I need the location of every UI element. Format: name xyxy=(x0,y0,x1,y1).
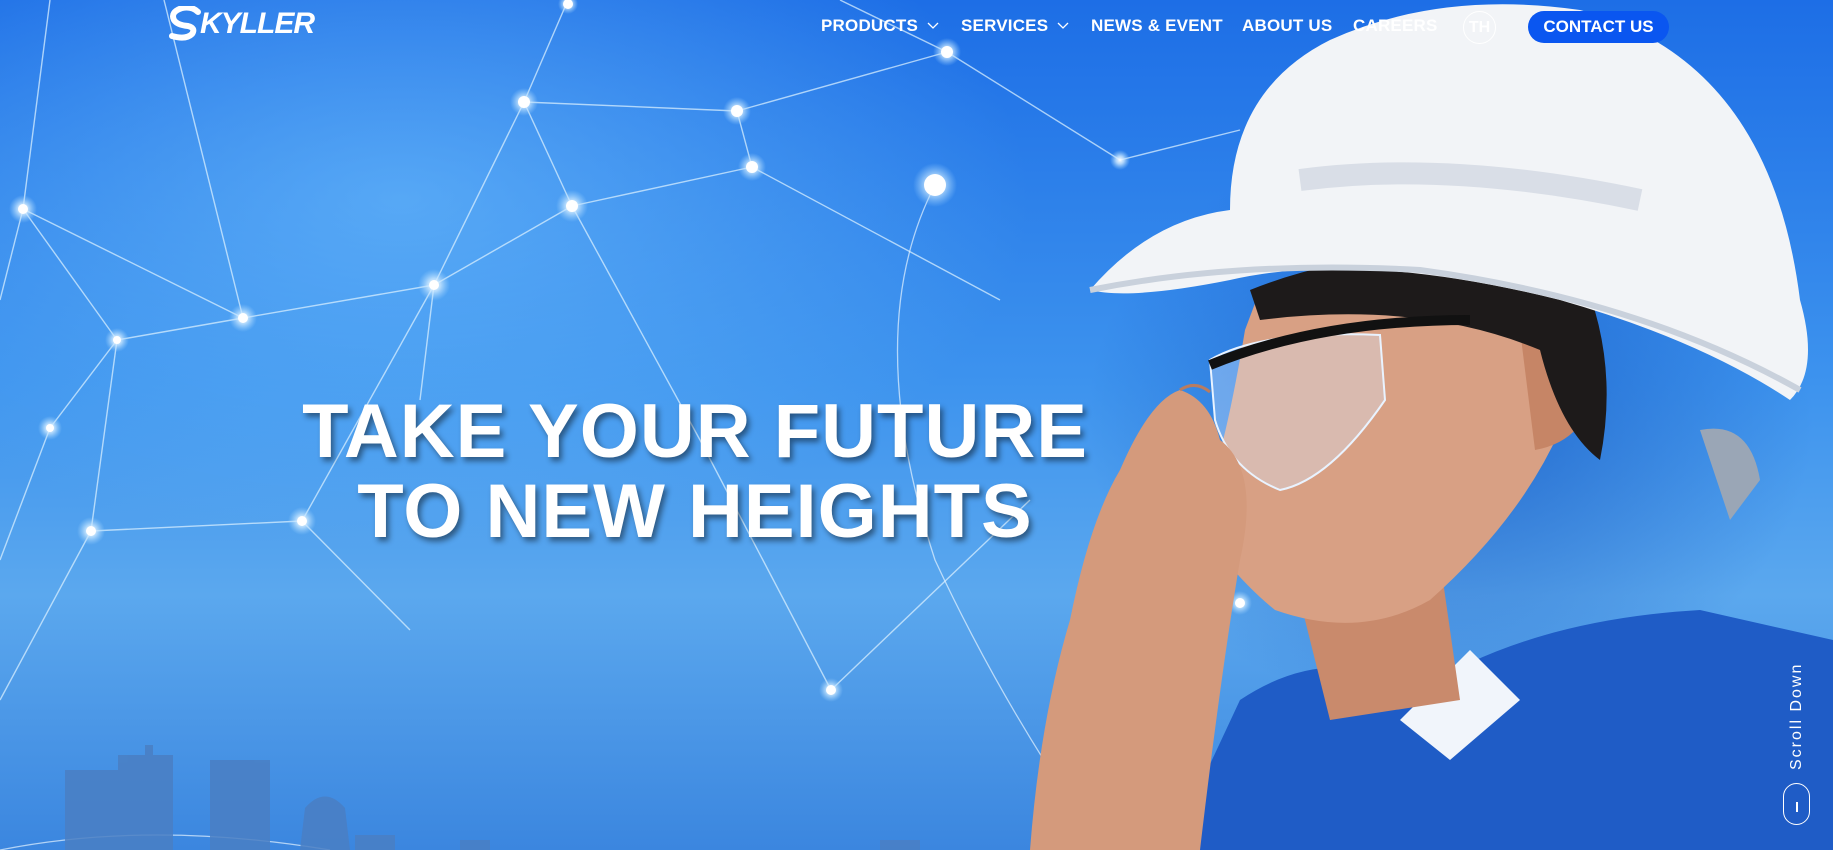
chevron-down-icon xyxy=(1057,22,1069,29)
scroll-down-button[interactable] xyxy=(1783,783,1810,825)
scroll-down-label: Scroll Down xyxy=(1788,662,1805,770)
hero-headline-line2: TO NEW HEIGHTS xyxy=(357,469,1033,554)
nav-news-event[interactable]: NEWS & EVENT xyxy=(1091,16,1223,36)
nav-products[interactable]: PRODUCTS xyxy=(821,16,939,36)
chevron-down-icon xyxy=(927,22,939,29)
nav-news-event-label: NEWS & EVENT xyxy=(1091,16,1223,35)
language-toggle[interactable]: TH xyxy=(1463,11,1496,44)
contact-us-button[interactable]: CONTACT US xyxy=(1528,11,1669,43)
nav-careers[interactable]: CAREERS xyxy=(1353,16,1438,36)
nav-products-label: PRODUCTS xyxy=(821,16,918,35)
nav-about-us-label: ABOUT US xyxy=(1242,16,1333,35)
hero-headline: TAKE YOUR FUTURE TO NEW HEIGHTS xyxy=(250,392,1140,552)
nav-services[interactable]: SERVICES xyxy=(961,16,1069,36)
nav-careers-label: CAREERS xyxy=(1353,16,1438,35)
hero-headline-line1: TAKE YOUR FUTURE xyxy=(302,389,1088,474)
nav-services-label: SERVICES xyxy=(961,16,1049,35)
nav-about-us[interactable]: ABOUT US xyxy=(1242,16,1332,36)
